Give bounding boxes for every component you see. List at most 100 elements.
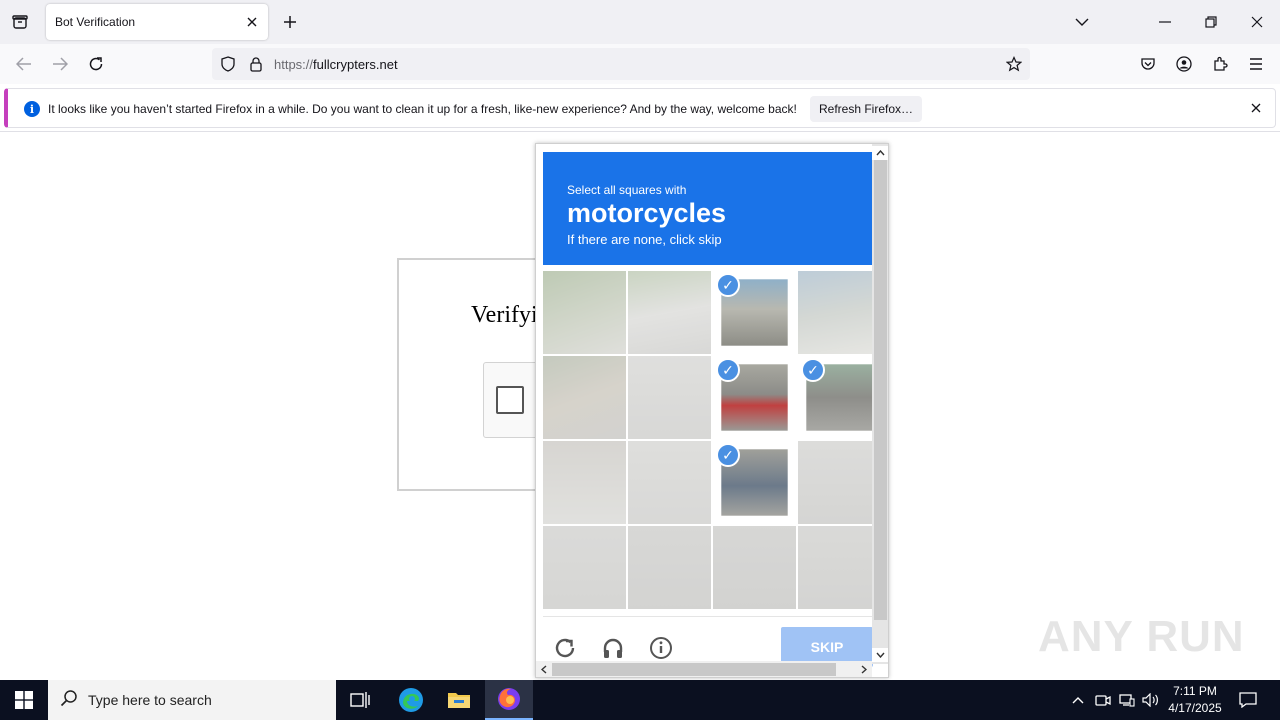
url-scheme: https://: [274, 57, 314, 72]
windows-taskbar: Type here to search 7:11 PM 4/17/2025: [0, 680, 1280, 720]
refresh-notification-bar: i It looks like you haven’t started Fire…: [4, 88, 1276, 128]
padlock-icon[interactable]: [249, 56, 263, 77]
account-icon[interactable]: [1172, 52, 1196, 76]
captcha-footer-divider: [543, 616, 872, 617]
anyrun-watermark: ANY RUN: [1038, 612, 1245, 661]
navigation-toolbar: https://fullcrypters.net: [0, 44, 1280, 84]
captcha-horizontal-scrollbar[interactable]: [536, 661, 872, 677]
edge-browser-icon[interactable]: [387, 680, 435, 720]
firefox-taskbar-icon[interactable]: [485, 680, 533, 720]
taskbar-clock[interactable]: 7:11 PM 4/17/2025: [1166, 683, 1224, 717]
tile-checkmark-icon: ✓: [716, 273, 740, 297]
url-host: fullcrypters.net: [313, 57, 398, 72]
notification-close-icon[interactable]: [1247, 99, 1265, 117]
tile-checkmark-icon: ✓: [716, 443, 740, 467]
captcha-tile-15[interactable]: [713, 526, 796, 609]
pocket-icon[interactable]: [1136, 52, 1160, 76]
close-window-icon[interactable]: [1241, 6, 1273, 38]
tab-list-icon[interactable]: [8, 10, 32, 34]
captcha-challenge-frame: Select all squares with motorcycles If t…: [535, 143, 889, 678]
task-view-icon[interactable]: [336, 680, 384, 720]
url-text[interactable]: https://fullcrypters.net: [274, 57, 398, 72]
tile-checkmark-icon: ✓: [801, 358, 825, 382]
tab-strip: Bot Verification: [0, 0, 1280, 44]
tile-dim-overlay: [628, 526, 711, 609]
captcha-tile-7[interactable]: ✓: [713, 356, 796, 439]
tile-dim-overlay: [628, 441, 711, 524]
vertical-scroll-thumb[interactable]: [874, 160, 887, 620]
windows-start-icon[interactable]: [0, 680, 48, 720]
tile-dim-overlay: [628, 271, 711, 354]
forward-arrow-icon[interactable]: [48, 52, 72, 76]
tile-dim-overlay: [798, 526, 881, 609]
captcha-tile-2[interactable]: [628, 271, 711, 354]
meet-now-icon[interactable]: [1093, 690, 1113, 710]
captcha-tile-16[interactable]: [798, 526, 881, 609]
extensions-icon[interactable]: [1208, 52, 1232, 76]
notification-center-icon[interactable]: [1238, 690, 1258, 710]
tile-dim-overlay: [543, 526, 626, 609]
file-explorer-icon[interactable]: [435, 680, 483, 720]
clock-date: 4/17/2025: [1168, 701, 1222, 715]
captcha-target: motorcycles: [567, 198, 727, 228]
scroll-up-arrow-icon[interactable]: [872, 146, 888, 160]
captcha-tile-4[interactable]: [798, 271, 881, 354]
url-bar[interactable]: https://fullcrypters.net: [212, 48, 1030, 80]
tile-dim-overlay: [543, 271, 626, 354]
volume-icon[interactable]: [1141, 690, 1161, 710]
captcha-tile-3[interactable]: ✓: [713, 271, 796, 354]
captcha-image-grid: ✓ ✓ ✓ ✓: [543, 271, 881, 610]
captcha-tile-8[interactable]: ✓: [798, 356, 881, 439]
captcha-tile-14[interactable]: [628, 526, 711, 609]
show-hidden-icons-chevron-icon[interactable]: [1068, 690, 1088, 710]
captcha-tile-5[interactable]: [543, 356, 626, 439]
info-icon: i: [24, 101, 40, 117]
bookmark-star-icon[interactable]: [1005, 56, 1023, 77]
tab-title: Bot Verification: [55, 15, 136, 29]
toolbar-separator: [0, 131, 1280, 132]
captcha-tile-13[interactable]: [543, 526, 626, 609]
captcha-vertical-scrollbar[interactable]: [872, 144, 888, 664]
captcha-header: Select all squares with motorcycles If t…: [543, 152, 872, 265]
captcha-tile-12[interactable]: [798, 441, 881, 524]
search-icon: [60, 689, 78, 712]
active-tab[interactable]: Bot Verification: [46, 4, 268, 40]
info-circle-icon[interactable]: [647, 634, 675, 662]
scroll-down-arrow-icon[interactable]: [872, 648, 888, 662]
refresh-firefox-button[interactable]: Refresh Firefox…: [810, 96, 922, 122]
tile-dim-overlay: [543, 441, 626, 524]
horizontal-scroll-thumb[interactable]: [552, 663, 836, 676]
restore-icon[interactable]: [1195, 6, 1227, 38]
scroll-right-arrow-icon[interactable]: [858, 662, 870, 677]
captcha-subinstruction: If there are none, click skip: [567, 232, 722, 247]
tile-checkmark-icon: ✓: [716, 358, 740, 382]
tile-dim-overlay: [628, 356, 711, 439]
notification-message: It looks like you haven’t started Firefo…: [48, 102, 797, 116]
taskbar-search-box[interactable]: Type here to search: [48, 680, 336, 720]
tracking-shield-icon[interactable]: [220, 56, 236, 77]
new-tab-icon[interactable]: [278, 10, 302, 34]
captcha-tile-10[interactable]: [628, 441, 711, 524]
minimize-icon[interactable]: [1149, 6, 1181, 38]
scroll-left-arrow-icon[interactable]: [538, 662, 550, 677]
tile-dim-overlay: [713, 526, 796, 609]
captcha-tile-1[interactable]: [543, 271, 626, 354]
tile-dim-overlay: [798, 441, 881, 524]
captcha-tile-11[interactable]: ✓: [713, 441, 796, 524]
captcha-tile-6[interactable]: [628, 356, 711, 439]
tab-close-icon[interactable]: [240, 10, 264, 34]
tile-dim-overlay: [543, 356, 626, 439]
captcha-tile-9[interactable]: [543, 441, 626, 524]
audio-challenge-icon[interactable]: [599, 634, 627, 662]
captcha-instruction: Select all squares with: [567, 183, 687, 197]
back-arrow-icon[interactable]: [12, 52, 36, 76]
captcha-checkbox[interactable]: [496, 386, 524, 414]
network-icon[interactable]: [1117, 690, 1137, 710]
hamburger-menu-icon[interactable]: [1244, 52, 1268, 76]
list-all-tabs-icon[interactable]: [1066, 6, 1098, 38]
verification-title: Verifyi: [471, 302, 538, 328]
reload-challenge-icon[interactable]: [551, 634, 579, 662]
tile-dim-overlay: [798, 271, 881, 354]
search-placeholder: Type here to search: [88, 692, 212, 708]
reload-icon[interactable]: [84, 52, 108, 76]
